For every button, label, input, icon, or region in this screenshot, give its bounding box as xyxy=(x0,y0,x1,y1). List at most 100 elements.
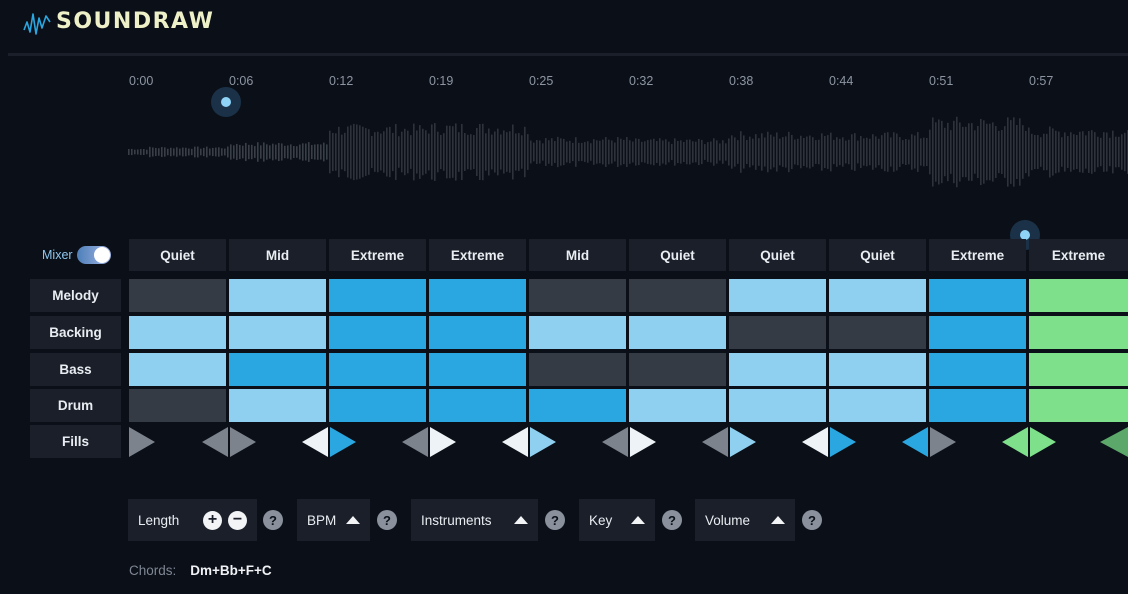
header: SOUNDRAW xyxy=(0,0,1128,52)
track-cell[interactable] xyxy=(929,389,1026,422)
time-label: 0:06 xyxy=(229,74,254,88)
time-label: 0:19 xyxy=(429,74,454,88)
track-cell[interactable] xyxy=(129,389,226,422)
track-cell[interactable] xyxy=(329,316,426,349)
section-intensity-4[interactable]: Mid xyxy=(529,239,626,271)
track-cell[interactable] xyxy=(429,389,526,422)
fill-toggle-icon[interactable] xyxy=(430,427,456,457)
track-cell[interactable] xyxy=(929,353,1026,386)
track-cell[interactable] xyxy=(1029,316,1128,349)
key-help-icon[interactable]: ? xyxy=(662,510,682,530)
track-cell[interactable] xyxy=(429,279,526,312)
track-cell[interactable] xyxy=(629,389,726,422)
key-label: Key xyxy=(589,512,613,528)
fill-toggle-icon[interactable] xyxy=(902,427,928,457)
track-cell[interactable] xyxy=(229,279,326,312)
section-intensity-9[interactable]: Extreme xyxy=(1029,239,1128,271)
fill-toggle-icon[interactable] xyxy=(1030,427,1056,457)
mixer-label: Mixer xyxy=(42,248,73,262)
bpm-label: BPM xyxy=(307,512,337,528)
track-cell[interactable] xyxy=(629,279,726,312)
track-cell[interactable] xyxy=(429,353,526,386)
section-intensity-3[interactable]: Extreme xyxy=(429,239,526,271)
instruments-label: Instruments xyxy=(421,512,492,528)
track-cell[interactable] xyxy=(829,389,926,422)
fill-toggle-icon[interactable] xyxy=(502,427,528,457)
track-cell[interactable] xyxy=(1029,279,1128,312)
instruments-control[interactable]: Instruments xyxy=(411,499,538,541)
fill-toggle-icon[interactable] xyxy=(630,427,656,457)
time-label: 0:57 xyxy=(1029,74,1054,88)
length-help-icon[interactable]: ? xyxy=(263,510,283,530)
volume-control[interactable]: Volume xyxy=(695,499,795,541)
track-cell[interactable] xyxy=(1029,389,1128,422)
track-cell[interactable] xyxy=(229,353,326,386)
fill-toggle-icon[interactable] xyxy=(730,427,756,457)
track-cell[interactable] xyxy=(529,353,626,386)
section-intensity-2[interactable]: Extreme xyxy=(329,239,426,271)
fill-toggle-icon[interactable] xyxy=(830,427,856,457)
remove-length-button[interactable]: − xyxy=(228,510,247,530)
add-length-button[interactable]: + xyxy=(203,510,222,530)
track-cell[interactable] xyxy=(829,353,926,386)
track-cell[interactable] xyxy=(829,316,926,349)
track-label-melody: Melody xyxy=(30,279,121,312)
track-cell[interactable] xyxy=(629,353,726,386)
fill-toggle-icon[interactable] xyxy=(802,427,828,457)
fill-toggle-icon[interactable] xyxy=(1100,427,1128,457)
bpm-help-icon[interactable]: ? xyxy=(377,510,397,530)
key-control[interactable]: Key xyxy=(579,499,655,541)
track-cell[interactable] xyxy=(429,316,526,349)
track-cell[interactable] xyxy=(929,316,1026,349)
track-cell[interactable] xyxy=(129,316,226,349)
instruments-help-icon[interactable]: ? xyxy=(545,510,565,530)
section-intensity-6[interactable]: Quiet xyxy=(729,239,826,271)
fill-toggle-icon[interactable] xyxy=(302,427,328,457)
track-cell[interactable] xyxy=(729,353,826,386)
fill-toggle-icon[interactable] xyxy=(530,427,556,457)
track-cell[interactable] xyxy=(529,279,626,312)
bpm-control[interactable]: BPM xyxy=(297,499,370,541)
track-cell[interactable] xyxy=(229,389,326,422)
mixer-toggle-group[interactable]: Mixer xyxy=(42,246,111,264)
wave-logo-icon xyxy=(23,13,51,35)
fill-toggle-icon[interactable] xyxy=(230,427,256,457)
section-intensity-8[interactable]: Extreme xyxy=(929,239,1026,271)
fill-toggle-icon[interactable] xyxy=(202,427,228,457)
timeline-labels: 0:00 0:06 0:12 0:19 0:25 0:32 0:38 0:44 0:51 0:57 xyxy=(0,74,1128,90)
section-intensity-0[interactable]: Quiet xyxy=(129,239,226,271)
soundraw-logo[interactable]: SOUNDRAW xyxy=(22,6,214,36)
track-cell[interactable] xyxy=(129,353,226,386)
fill-toggle-icon[interactable] xyxy=(602,427,628,457)
track-cell[interactable] xyxy=(329,279,426,312)
volume-help-icon[interactable]: ? xyxy=(802,510,822,530)
section-intensity-7[interactable]: Quiet xyxy=(829,239,926,271)
time-label: 0:25 xyxy=(529,74,554,88)
track-cell[interactable] xyxy=(529,389,626,422)
fill-toggle-icon[interactable] xyxy=(402,427,428,457)
track-cell[interactable] xyxy=(929,279,1026,312)
fill-toggle-icon[interactable] xyxy=(930,427,956,457)
fill-toggle-icon[interactable] xyxy=(129,427,155,457)
waveform[interactable] xyxy=(128,104,1128,200)
mixer-toggle[interactable] xyxy=(76,246,111,264)
time-label: 0:12 xyxy=(329,74,354,88)
track-cell[interactable] xyxy=(329,389,426,422)
fill-toggle-icon[interactable] xyxy=(702,427,728,457)
fill-toggle-icon[interactable] xyxy=(1002,427,1028,457)
section-intensity-5[interactable]: Quiet xyxy=(629,239,726,271)
track-cell[interactable] xyxy=(829,279,926,312)
key-caret-up-icon xyxy=(631,516,645,524)
track-cell[interactable] xyxy=(229,316,326,349)
track-cell[interactable] xyxy=(129,279,226,312)
fill-toggle-icon[interactable] xyxy=(330,427,356,457)
track-cell[interactable] xyxy=(729,279,826,312)
track-cell[interactable] xyxy=(729,389,826,422)
section-intensity-1[interactable]: Mid xyxy=(229,239,326,271)
track-cell[interactable] xyxy=(729,316,826,349)
logo-text: SOUNDRAW xyxy=(56,8,215,34)
track-cell[interactable] xyxy=(529,316,626,349)
track-cell[interactable] xyxy=(1029,353,1128,386)
track-cell[interactable] xyxy=(329,353,426,386)
track-cell[interactable] xyxy=(629,316,726,349)
